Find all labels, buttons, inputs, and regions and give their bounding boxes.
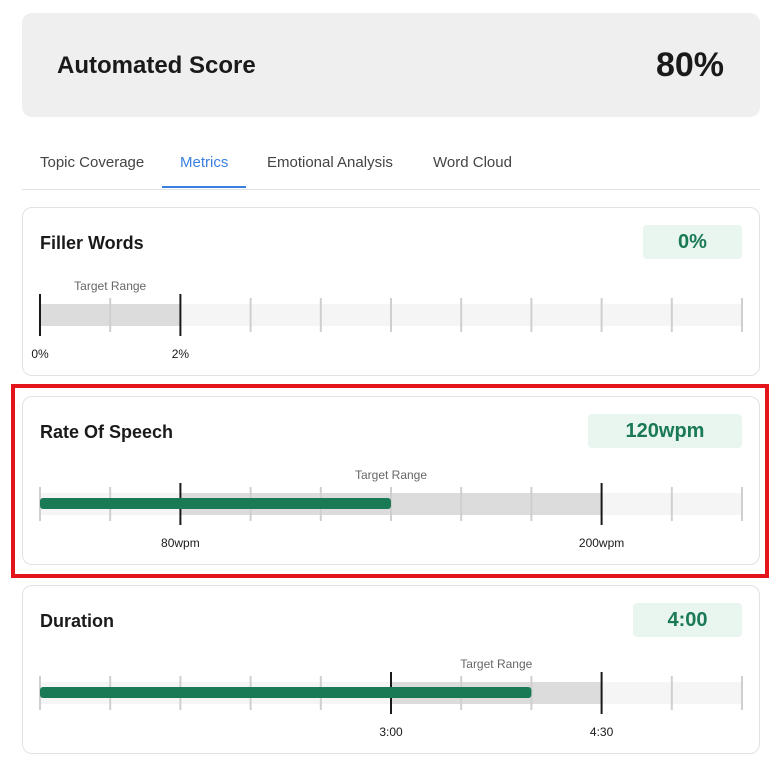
target-range-label: Target Range xyxy=(74,279,146,293)
score-value: 80% xyxy=(655,46,724,84)
range-track: Target Range 0% 2% xyxy=(31,279,743,361)
range-track: Target Range 80wpm 200wpm xyxy=(39,468,743,550)
metrics-tabs: Topic Coverage Metrics Emotional Analysi… xyxy=(22,140,760,190)
target-range-label: Target Range xyxy=(355,468,427,482)
value-progress-bar xyxy=(40,687,532,698)
target-range-label: Target Range xyxy=(460,657,532,671)
scale-tick-label: 80wpm xyxy=(161,536,200,550)
score-title: Automated Score xyxy=(57,52,256,79)
scale-tick-label: 2% xyxy=(172,347,190,361)
scale-tick-label: 0% xyxy=(31,347,49,361)
range-track: Target Range 3:00 4:30 xyxy=(39,657,743,739)
value-progress-bar xyxy=(40,498,391,509)
scale-tick-label: 3:00 xyxy=(379,725,403,739)
metric-card-duration: Duration 4:00 Target Range 3:00 4:30 xyxy=(22,585,760,754)
scale-tick-label: 4:30 xyxy=(590,725,614,739)
tab-emotional-analysis[interactable]: Emotional Analysis xyxy=(249,154,411,188)
automated-score-card: Automated Score 80% xyxy=(22,13,760,117)
tab-metrics[interactable]: Metrics xyxy=(162,154,247,188)
tab-word-cloud[interactable]: Word Cloud xyxy=(415,154,530,188)
metric-card-filler-words: Filler Words 0% Target Range 0% 2% xyxy=(22,207,760,376)
tab-topic-coverage[interactable]: Topic Coverage xyxy=(22,154,162,188)
metric-card-rate-of-speech: Rate Of Speech 120wpm Target Range 80wpm 2… xyxy=(22,396,760,565)
scale-tick-label: 200wpm xyxy=(579,536,624,550)
